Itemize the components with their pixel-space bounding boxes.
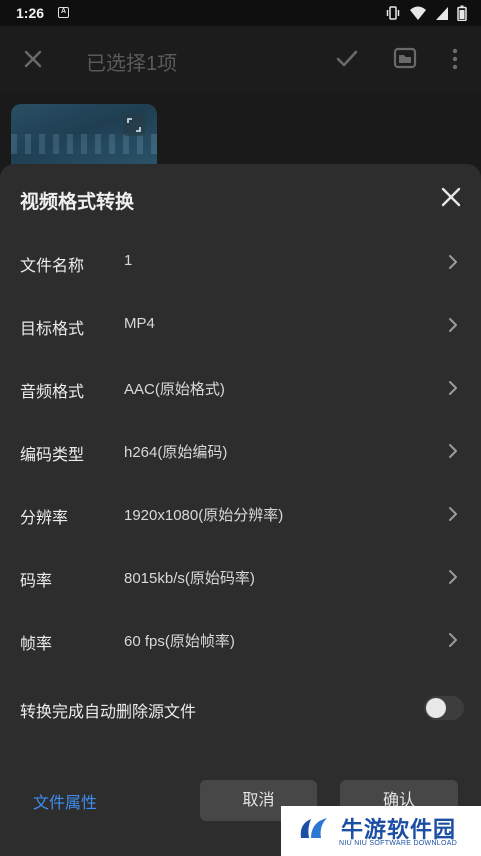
dialog-title: 视频格式转换: [20, 192, 135, 213]
auto-delete-row: 转换完成自动删除源文件: [0, 688, 481, 728]
row-value: 1: [124, 252, 133, 269]
folder-icon[interactable]: [392, 45, 418, 71]
check-icon[interactable]: [334, 46, 360, 72]
chevron-right-icon: [449, 381, 457, 395]
wifi-icon: [410, 6, 426, 20]
row-value: 8015kb/s(原始码率): [124, 570, 255, 587]
row-audio-format[interactable]: 音频格式 AAC(原始格式): [0, 368, 481, 408]
close-icon[interactable]: [438, 184, 464, 210]
row-label: 音频格式: [20, 384, 85, 401]
watermark-subtitle: NIU NIU SOFTWARE DOWNLOAD: [339, 840, 458, 847]
chevron-right-icon: [449, 318, 457, 332]
row-value: 60 fps(原始帧率): [124, 633, 235, 650]
row-resolution[interactable]: 分辨率 1920x1080(原始分辨率): [0, 494, 481, 534]
row-label: 分辨率: [20, 510, 69, 527]
vibrate-icon: [386, 6, 400, 20]
row-value: MP4: [124, 315, 155, 332]
row-frame-rate[interactable]: 帧率 60 fps(原始帧率): [0, 620, 481, 660]
status-bar: 1:26 A: [0, 0, 481, 26]
row-file-name[interactable]: 文件名称 1: [0, 242, 481, 282]
video-convert-sheet: 视频格式转换 文件名称 1 目标格式 MP4 音频格式 AAC(原始格式) 编码…: [0, 164, 481, 856]
close-icon[interactable]: [20, 46, 46, 72]
chevron-right-icon: [449, 507, 457, 521]
row-value: AAC(原始格式): [124, 381, 225, 398]
status-time: 1:26: [16, 5, 45, 21]
battery-icon: [457, 5, 467, 21]
watermark: 牛游软件园 NIU NIU SOFTWARE DOWNLOAD: [281, 806, 481, 856]
chevron-right-icon: [449, 570, 457, 584]
signal-icon: [436, 7, 448, 20]
expand-icon[interactable]: [123, 114, 145, 136]
row-label: 编码类型: [20, 447, 85, 464]
row-label: 帧率: [20, 636, 53, 653]
selection-title: 已选择1项: [86, 53, 178, 75]
row-bitrate[interactable]: 码率 8015kb/s(原始码率): [0, 557, 481, 597]
watermark-logo-icon: [300, 818, 327, 838]
toggle-knob: [426, 698, 446, 718]
chevron-right-icon: [449, 633, 457, 647]
notification-icon: A: [58, 7, 69, 18]
chevron-right-icon: [449, 444, 457, 458]
auto-delete-toggle[interactable]: [424, 696, 464, 720]
status-icons: [385, 5, 467, 21]
row-value: 1920x1080(原始分辨率): [124, 507, 284, 524]
row-codec[interactable]: 编码类型 h264(原始编码): [0, 431, 481, 471]
row-label: 码率: [20, 573, 53, 590]
selection-toolbar: 已选择1项: [0, 26, 481, 92]
row-label: 目标格式: [20, 321, 85, 338]
file-properties-link[interactable]: 文件属性: [33, 789, 97, 813]
chevron-right-icon: [449, 255, 457, 269]
more-icon[interactable]: [446, 46, 464, 72]
row-label: 文件名称: [20, 258, 85, 275]
row-target-format[interactable]: 目标格式 MP4: [0, 305, 481, 345]
auto-delete-label: 转换完成自动删除源文件: [20, 704, 197, 721]
row-value: h264(原始编码): [124, 444, 228, 461]
